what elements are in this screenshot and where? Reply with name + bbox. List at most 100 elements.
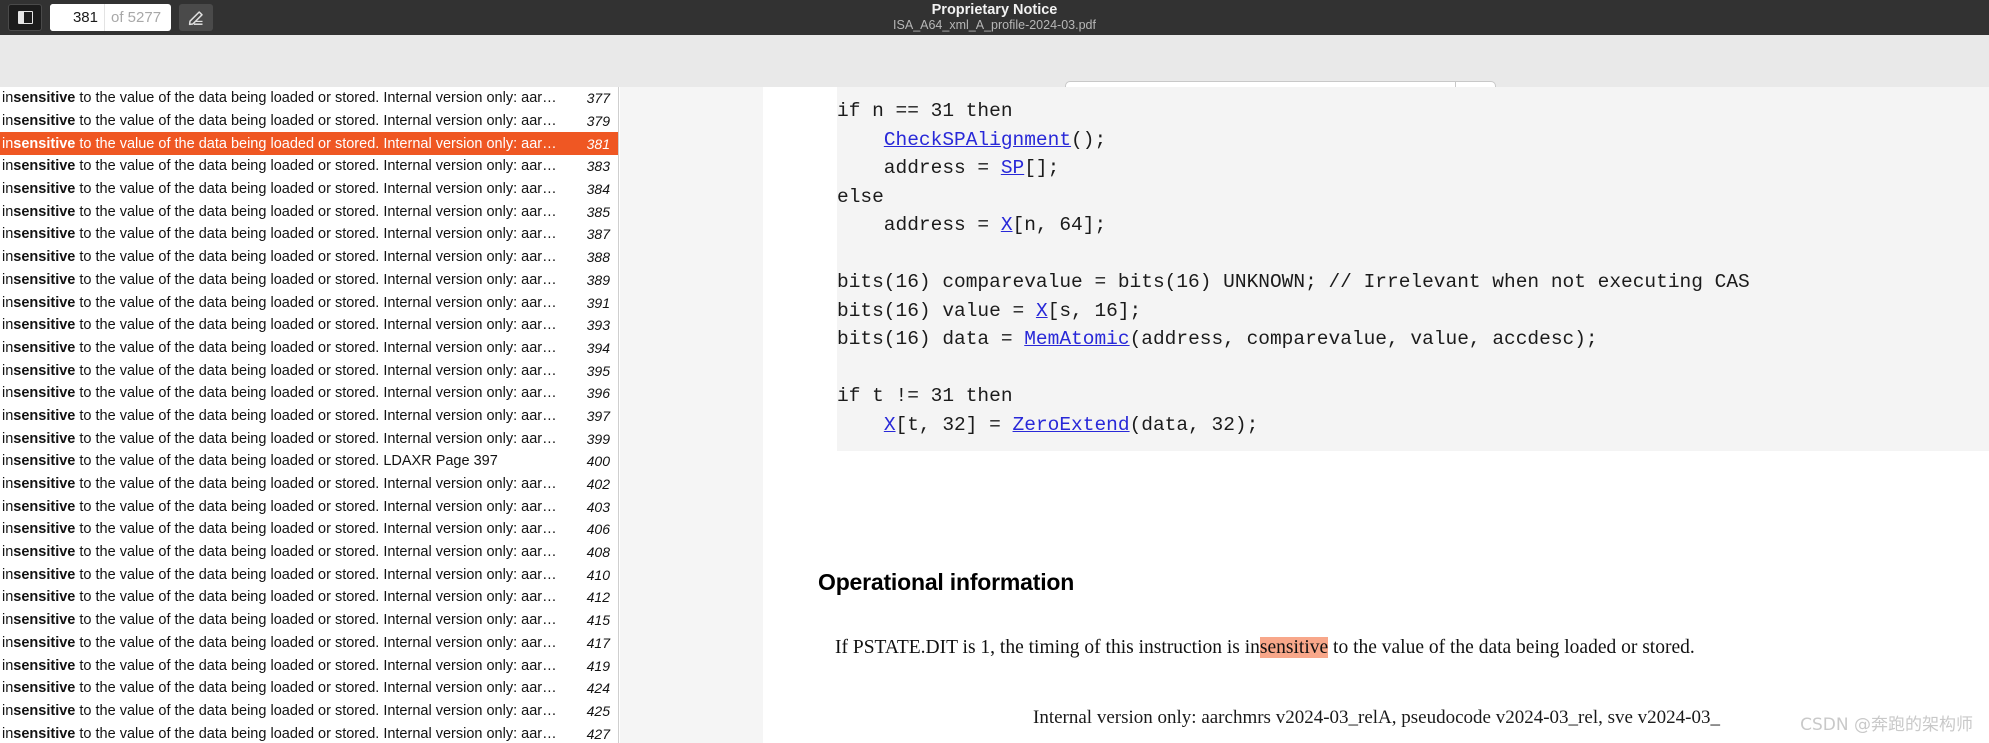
search-result-page-number: 410 bbox=[586, 566, 610, 583]
code-text: [t, 32] = bbox=[895, 413, 1013, 436]
search-result-snippet: insensitive to the value of the data bei… bbox=[2, 589, 557, 606]
page-gutter bbox=[620, 87, 763, 743]
search-result-snippet: insensitive to the value of the data bei… bbox=[2, 158, 557, 175]
pdf-viewer-window: of 5277 Proprietary Notice ISA_A64_xml_A… bbox=[0, 0, 1989, 743]
pseudocode-link[interactable]: SP bbox=[1001, 157, 1024, 179]
pseudocode-link[interactable]: X bbox=[884, 414, 896, 436]
toolbar-left-group: of 5277 bbox=[0, 4, 214, 31]
search-result-snippet: insensitive to the value of the data bei… bbox=[2, 226, 557, 243]
search-toolbar bbox=[0, 35, 1989, 111]
search-result-row[interactable]: insensitive to the value of the data bei… bbox=[0, 541, 618, 564]
toolbar-title-group: Proprietary Notice ISA_A64_xml_A_profile… bbox=[0, 0, 1989, 35]
sidebar-toggle-button[interactable] bbox=[8, 4, 42, 31]
search-result-row[interactable]: insensitive to the value of the data bei… bbox=[0, 473, 618, 496]
search-match-highlight: sensitive bbox=[1259, 637, 1329, 658]
search-result-row[interactable]: insensitive to the value of the data bei… bbox=[0, 337, 618, 360]
annotate-button[interactable] bbox=[179, 4, 214, 31]
code-text: if t != 31 then bbox=[837, 385, 1013, 407]
page-total-label: of 5277 bbox=[104, 4, 171, 31]
code-line: CheckSPAlignment(); bbox=[837, 126, 1989, 155]
search-result-snippet: insensitive to the value of the data bei… bbox=[2, 702, 557, 719]
search-result-row[interactable]: insensitive to the value of the data bei… bbox=[0, 450, 618, 473]
search-result-row[interactable]: insensitive to the value of the data bei… bbox=[0, 200, 618, 223]
search-result-page-number: 381 bbox=[586, 135, 610, 152]
code-text: [n, 64]; bbox=[1012, 214, 1107, 236]
search-result-snippet: insensitive to the value of the data bei… bbox=[2, 385, 557, 402]
search-result-page-number: 424 bbox=[586, 680, 610, 697]
search-result-page-number: 384 bbox=[586, 181, 610, 198]
search-result-row[interactable]: insensitive to the value of the data bei… bbox=[0, 586, 618, 609]
search-result-snippet: insensitive to the value of the data bei… bbox=[2, 498, 557, 515]
code-line: if t != 31 then bbox=[837, 382, 1989, 411]
search-result-row[interactable]: insensitive to the value of the data bei… bbox=[0, 246, 618, 269]
search-result-snippet: insensitive to the value of the data bei… bbox=[2, 476, 557, 493]
code-line: X[t, 32] = ZeroExtend(data, 32); bbox=[837, 411, 1989, 440]
search-result-page-number: 393 bbox=[586, 317, 610, 334]
search-result-snippet: insensitive to the value of the data bei… bbox=[2, 90, 557, 107]
pseudocode-link[interactable]: CheckSPAlignment bbox=[884, 129, 1071, 151]
search-result-page-number: 402 bbox=[586, 476, 610, 493]
search-result-page-number: 395 bbox=[586, 362, 610, 379]
search-result-row[interactable]: insensitive to the value of the data bei… bbox=[0, 495, 618, 518]
code-line: bits(16) comparevalue = bits(16) UNKNOWN… bbox=[837, 268, 1989, 297]
section-heading: Operational information bbox=[818, 569, 1075, 595]
search-result-row[interactable]: insensitive to the value of the data bei… bbox=[0, 359, 618, 382]
search-result-page-number: 387 bbox=[586, 226, 610, 243]
search-result-snippet: insensitive to the value of the data bei… bbox=[2, 113, 557, 130]
search-result-row[interactable]: insensitive to the value of the data bei… bbox=[0, 654, 618, 677]
search-result-row[interactable]: insensitive to the value of the data bei… bbox=[0, 518, 618, 541]
search-result-snippet: insensitive to the value of the data bei… bbox=[2, 657, 557, 674]
search-result-snippet: insensitive to the value of the data bei… bbox=[2, 544, 557, 561]
search-result-page-number: 419 bbox=[586, 657, 610, 674]
code-line: address = X[n, 64]; bbox=[837, 211, 1989, 240]
search-result-row[interactable]: insensitive to the value of the data bei… bbox=[0, 178, 618, 201]
search-result-snippet: insensitive to the value of the data bei… bbox=[2, 430, 557, 447]
search-result-page-number: 425 bbox=[586, 702, 610, 719]
search-result-row[interactable]: insensitive to the value of the data bei… bbox=[0, 314, 618, 337]
search-result-snippet: insensitive to the value of the data bei… bbox=[2, 339, 557, 356]
footer-internal-version: Internal version only: aarchmrs v2024-03… bbox=[1033, 707, 1720, 728]
search-results-list[interactable]: insensitive to the value of the data bei… bbox=[0, 87, 619, 743]
search-result-row[interactable]: insensitive to the value of the data bei… bbox=[0, 291, 618, 314]
pseudocode-link[interactable]: MemAtomic bbox=[1024, 328, 1129, 350]
document-filename: ISA_A64_xml_A_profile-2024-03.pdf bbox=[893, 18, 1096, 32]
search-result-row[interactable]: insensitive to the value of the data bei… bbox=[0, 223, 618, 246]
search-result-row[interactable]: insensitive to the value of the data bei… bbox=[0, 677, 618, 700]
search-result-page-number: 377 bbox=[586, 90, 610, 107]
page-number-input[interactable] bbox=[50, 4, 104, 31]
search-result-snippet: insensitive to the value of the data bei… bbox=[2, 135, 557, 152]
search-result-page-number: 406 bbox=[586, 521, 610, 538]
pseudocode-link[interactable]: X bbox=[1036, 300, 1048, 322]
search-result-row[interactable]: insensitive to the value of the data bei… bbox=[0, 700, 618, 723]
search-result-page-number: 391 bbox=[586, 294, 610, 311]
pseudocode-link[interactable]: ZeroExtend bbox=[1013, 414, 1130, 436]
code-text: if n == 31 then bbox=[837, 100, 1013, 122]
pseudocode-link[interactable]: X bbox=[1001, 214, 1013, 236]
search-result-page-number: 417 bbox=[586, 634, 610, 651]
document-title: Proprietary Notice bbox=[931, 2, 1058, 18]
search-result-row[interactable]: insensitive to the value of the data bei… bbox=[0, 563, 618, 586]
search-result-row[interactable]: insensitive to the value of the data bei… bbox=[0, 405, 618, 428]
search-result-row[interactable]: insensitive to the value of the data bei… bbox=[0, 632, 618, 655]
search-result-row[interactable]: insensitive to the value of the data bei… bbox=[0, 155, 618, 178]
search-result-row[interactable]: insensitive to the value of the data bei… bbox=[0, 427, 618, 450]
search-result-row[interactable]: insensitive to the value of the data bei… bbox=[0, 269, 618, 292]
search-result-row[interactable]: insensitive to the value of the data bei… bbox=[0, 132, 618, 156]
pseudocode-block: if n == 31 then CheckSPAlignment(); addr… bbox=[837, 87, 1989, 451]
search-result-row[interactable]: insensitive to the value of the data bei… bbox=[0, 609, 618, 632]
search-result-page-number: 396 bbox=[586, 385, 610, 402]
search-result-row[interactable]: insensitive to the value of the data bei… bbox=[0, 382, 618, 405]
search-result-snippet: insensitive to the value of the data bei… bbox=[2, 634, 557, 651]
search-result-page-number: 412 bbox=[586, 589, 610, 606]
search-result-snippet: insensitive to the value of the data bei… bbox=[2, 362, 557, 379]
search-result-row[interactable]: insensitive to the value of the data bei… bbox=[0, 110, 618, 133]
search-result-page-number: 415 bbox=[586, 612, 610, 629]
paragraph-text-after: to the value of the data being loaded or… bbox=[1328, 637, 1695, 658]
search-result-snippet: insensitive to the value of the data bei… bbox=[2, 725, 557, 742]
code-text: bits(16) comparevalue = bits(16) UNKNOWN… bbox=[837, 271, 1750, 293]
search-result-page-number: 399 bbox=[586, 430, 610, 447]
search-result-row[interactable]: insensitive to the value of the data bei… bbox=[0, 722, 618, 743]
search-result-snippet: insensitive to the value of the data bei… bbox=[2, 249, 557, 266]
search-result-row[interactable]: insensitive to the value of the data bei… bbox=[0, 87, 618, 110]
